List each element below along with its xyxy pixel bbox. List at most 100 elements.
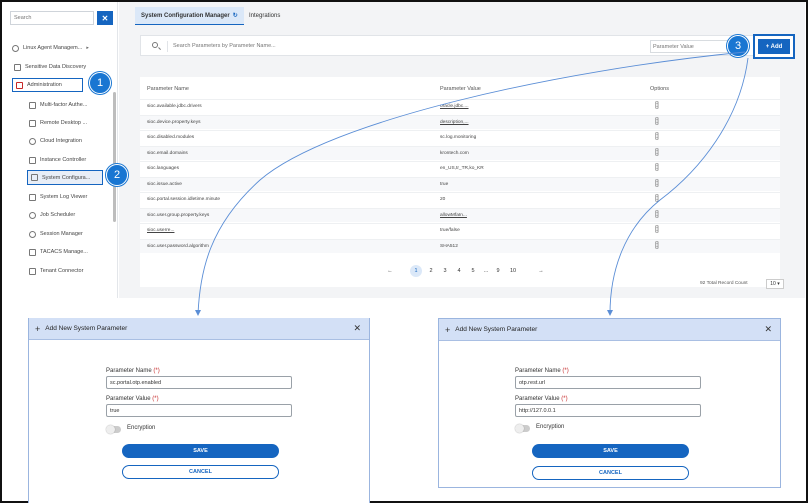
cancel-button[interactable]: CANCEL <box>122 465 279 479</box>
admin-icon <box>16 81 23 89</box>
table-row[interactable]: sioc.languages en_US,tr_TR,ko_KR [:] <box>140 161 780 175</box>
page-button[interactable]: 9 <box>492 265 504 277</box>
close-icon[interactable]: ✕ <box>353 323 361 334</box>
sidebar-item-instance-controller[interactable]: Instance Controller <box>29 154 86 166</box>
save-button[interactable]: SAVE <box>532 444 689 458</box>
server-icon <box>29 156 36 164</box>
sidebar-item-system-configuration[interactable]: System Configura... <box>27 170 103 185</box>
tab-system-configuration-manager[interactable]: System Configuration Manager ↻ <box>135 7 244 25</box>
total-record-count: 92 Total Record Count <box>700 281 748 286</box>
parameter-value-field[interactable] <box>515 404 701 417</box>
page-ellipsis: ... <box>483 268 489 274</box>
sidebar-item-tacacs-manager[interactable]: TACACS Manage... <box>29 246 88 258</box>
plus-icon: + <box>445 324 451 335</box>
table-row[interactable]: sioc.portal.session.idletime.minute 20 [:] <box>140 192 780 206</box>
table-row[interactable]: sioc.available.jdbc.drivers oracle.jdbc..… <box>140 99 780 113</box>
sidebar-item-job-scheduler[interactable]: Job Scheduler <box>29 209 75 221</box>
table-row[interactable]: sioc.issue.active true [:] <box>140 176 780 191</box>
sidebar-item-session-manager[interactable]: Session Manager <box>29 228 83 240</box>
sidebar-item-linux-agent[interactable]: Linux Agent Managem... ▸ <box>12 42 89 54</box>
sidebar-scrollbar[interactable] <box>113 92 116 222</box>
options-icon[interactable]: [:] <box>655 226 659 233</box>
sidebar-search[interactable] <box>10 11 94 25</box>
encryption-label: Encryption <box>127 425 156 431</box>
close-icon[interactable]: ✕ <box>764 324 772 335</box>
parameter-value-cell: en_US,tr_TR,ko_KR <box>440 166 484 171</box>
next-page-arrow-icon[interactable]: → <box>535 265 547 277</box>
sidebar-item-sensitive-data[interactable]: Sensitive Data Discovery <box>14 61 86 73</box>
parameter-name-cell: sioc.languages <box>147 166 180 171</box>
table-row[interactable]: sioc.user.group.property.keys allowMfaIn.… <box>140 207 780 222</box>
options-icon[interactable]: [:] <box>655 164 659 171</box>
parameter-name-cell: sioc.device.property.keys <box>147 119 201 125</box>
parameter-value-cell: oracle.jdbc.... <box>440 104 469 109</box>
options-icon[interactable]: [:] <box>655 180 659 187</box>
parameter-name-cell: sioc.disabled.modules <box>147 135 195 140</box>
table-row[interactable]: sioc.disabled.modules sc.log.monitoring [:… <box>140 130 780 144</box>
tab-integrations[interactable]: Integrations <box>243 7 286 25</box>
sidebar-item-administration[interactable]: Administration <box>12 78 83 92</box>
add-button-highlight: + Add <box>753 34 795 59</box>
page-button[interactable]: 1 <box>410 265 422 277</box>
parameter-name-cell: sioc.user.group.property.keys <box>147 212 210 218</box>
parameter-name-label: Parameter Name (*) <box>515 368 569 374</box>
sidebar-close-button[interactable]: ✕ <box>97 11 113 25</box>
plus-icon: + <box>35 323 41 334</box>
page-button[interactable]: 5 <box>467 265 479 277</box>
per-page-select[interactable]: 10 ▾ <box>766 279 784 289</box>
parameter-name-cell: sioc.email.domains <box>147 150 188 156</box>
linux-icon <box>12 44 19 52</box>
sidebar-search-input[interactable] <box>11 12 93 24</box>
sidebar-item-label: System Configura... <box>42 174 91 181</box>
parameter-value-field[interactable] <box>106 404 292 417</box>
parameter-value-cell: SHA512 <box>440 243 458 249</box>
table-row[interactable]: sioc.user.password.algorithm SHA512 [:] <box>140 238 780 253</box>
encryption-toggle[interactable] <box>515 423 530 433</box>
database-icon <box>14 63 21 71</box>
sidebar-item-cloud-integration[interactable]: Cloud Integration <box>29 135 82 147</box>
dialog-title: Add New System Parameter <box>45 325 128 332</box>
page-button[interactable]: 3 <box>439 265 451 277</box>
page-button[interactable]: 4 <box>453 265 465 277</box>
table-row[interactable]: sioc.userre... true/false [:] <box>140 223 780 237</box>
tab-label: System Configuration Manager <box>141 12 230 19</box>
parameter-name-field[interactable] <box>515 376 701 389</box>
parameter-name-cell: sioc.portal.session.idletime.minute <box>147 197 221 202</box>
sidebar-item-label: Tenant Connector <box>40 268 84 274</box>
prev-page-arrow-icon[interactable]: ← <box>384 265 396 277</box>
search-icon[interactable] <box>148 41 168 52</box>
column-header-options: Options <box>650 86 669 92</box>
encryption-toggle[interactable] <box>106 424 121 434</box>
sidebar-item-tenant-connector[interactable]: Tenant Connector <box>29 265 83 277</box>
parameter-name-search-input[interactable] <box>173 40 633 52</box>
table-row[interactable]: sioc.device.property.keys description,...… <box>140 114 780 129</box>
options-icon[interactable]: [:] <box>655 102 659 109</box>
options-icon[interactable]: [:] <box>655 195 659 202</box>
required-mark: (*) <box>153 368 160 374</box>
sidebar: ✕ Linux Agent Managem... ▸ Sensitive Dat… <box>2 2 118 298</box>
monitor-icon <box>29 119 36 127</box>
page-button[interactable]: 10 <box>507 265 519 277</box>
add-button[interactable]: + Add <box>758 39 790 54</box>
parameter-name-cell: sioc.available.jdbc.drivers <box>147 104 202 109</box>
add-parameter-dialog-right: + Add New System Parameter ✕ Parameter N… <box>438 318 781 488</box>
cancel-button[interactable]: CANCEL <box>532 466 689 480</box>
sidebar-item-system-log-viewer[interactable]: System Log Viewer <box>29 191 87 203</box>
options-icon[interactable]: [:] <box>655 211 659 218</box>
sidebar-item-remote-desktop[interactable]: Remote Desktop ... <box>29 117 87 129</box>
sidebar-item-mfa[interactable]: Multi-factor Authe... <box>29 99 87 111</box>
sidebar-item-label: Administration <box>27 82 62 88</box>
options-icon[interactable]: [:] <box>655 133 659 140</box>
options-icon[interactable]: [:] <box>655 118 659 125</box>
required-mark: (*) <box>562 368 569 374</box>
parameter-value-cell: 20 <box>440 197 446 202</box>
dialog-header: + Add New System Parameter ✕ <box>439 319 780 341</box>
page-button[interactable]: 2 <box>425 265 437 277</box>
refresh-icon[interactable]: ↻ <box>233 12 238 19</box>
save-button[interactable]: SAVE <box>122 444 279 458</box>
options-icon[interactable]: [:] <box>655 149 659 156</box>
table-row[interactable]: sioc.email.domains krontech.com [:] <box>140 145 780 160</box>
sidebar-item-label: Instance Controller <box>40 157 87 163</box>
parameter-name-field[interactable] <box>106 376 292 389</box>
options-icon[interactable]: [:] <box>655 242 659 249</box>
